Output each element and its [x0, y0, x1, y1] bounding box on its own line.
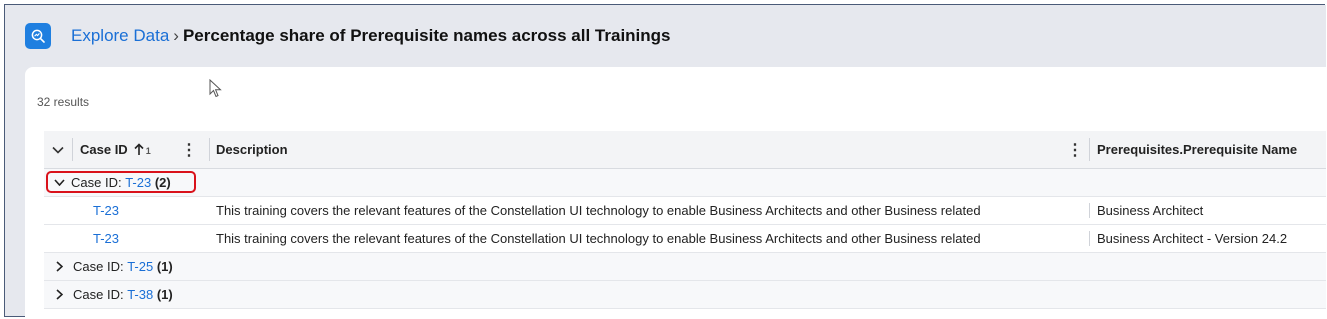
breadcrumb-explore-data-link[interactable]: Explore Data	[71, 26, 169, 45]
group-case-link[interactable]: T-23	[125, 175, 151, 190]
kebab-menu-icon: ⋮	[182, 141, 196, 159]
case-id-link[interactable]: T-23	[93, 225, 119, 252]
page-title: Percentage share of Prerequisite names a…	[182, 26, 671, 45]
prerequisite-name-cell: Business Architect	[1097, 203, 1204, 218]
group-count: (2)	[154, 175, 171, 190]
column-header-description[interactable]: Description	[216, 131, 616, 168]
results-table: Case ID 1 ⋮ Description ⋮ Prerequisites.…	[44, 131, 1326, 309]
table-header-row: Case ID 1 ⋮ Description ⋮ Prerequisites.…	[44, 131, 1326, 169]
column-header-prerequisite-name[interactable]: Prerequisites.Prerequisite Name	[1097, 131, 1326, 168]
group-key-label: Case ID:	[73, 259, 124, 274]
kebab-menu-icon: ⋮	[1068, 141, 1082, 159]
chevron-down-icon	[52, 146, 64, 154]
search-chart-icon	[31, 29, 45, 43]
chevron-right-icon	[56, 261, 63, 272]
sort-order-badge: 1	[145, 145, 151, 156]
column-label-description: Description	[216, 142, 288, 157]
group-key-label: Case ID:	[73, 287, 124, 302]
results-count: 32 results	[37, 95, 90, 109]
column-divider	[72, 138, 73, 161]
page-header: Explore Data › Percentage share of Prerequ…	[5, 5, 1326, 67]
group-row-t-25[interactable]: Case ID: T-25 (1)	[44, 253, 1326, 281]
case-id-column-menu-button[interactable]: ⋮	[182, 131, 196, 168]
group-key-label: Case ID:	[71, 175, 122, 190]
group-label: Case ID: T-23 (2)	[54, 169, 171, 196]
table-row: T-23 This training covers the relevant f…	[44, 225, 1326, 253]
description-cell: This training covers the relevant featur…	[216, 231, 981, 246]
results-panel: 32 results Case ID 1 ⋮ Description ⋮ Pre…	[25, 67, 1326, 318]
group-row-t-38[interactable]: Case ID: T-38 (1)	[44, 281, 1326, 309]
chevron-down-icon	[54, 179, 65, 186]
app-frame: Explore Data › Percentage share of Prerequ…	[4, 4, 1326, 318]
mouse-pointer-icon	[209, 79, 222, 98]
group-row-t-23[interactable]: Case ID: T-23 (2)	[44, 169, 1326, 197]
description-cell: This training covers the relevant featur…	[216, 203, 981, 218]
prerequisite-name-cell: Business Architect - Version 24.2	[1097, 231, 1288, 246]
group-count: (1)	[156, 259, 173, 274]
column-divider	[1089, 231, 1090, 246]
breadcrumb-separator: ›	[173, 26, 179, 45]
column-label-prerequisite-name: Prerequisites.Prerequisite Name	[1097, 142, 1298, 157]
collapse-all-button[interactable]	[44, 131, 72, 168]
column-divider	[209, 138, 210, 161]
column-label-case-id: Case ID	[80, 142, 128, 157]
group-count: (1)	[156, 287, 173, 302]
table-row: T-23 This training covers the relevant f…	[44, 197, 1326, 225]
description-column-menu-button[interactable]: ⋮	[1068, 131, 1082, 168]
group-label: Case ID: T-25 (1)	[56, 253, 173, 280]
explore-data-app-icon[interactable]	[25, 23, 51, 49]
group-case-link[interactable]: T-38	[127, 287, 153, 302]
breadcrumb: Explore Data › Percentage share of Prerequ…	[71, 25, 671, 47]
column-header-case-id[interactable]: Case ID 1	[80, 131, 166, 168]
group-case-link[interactable]: T-25	[127, 259, 153, 274]
chevron-right-icon	[56, 289, 63, 300]
group-label: Case ID: T-38 (1)	[56, 281, 173, 308]
column-divider	[1089, 203, 1090, 218]
case-id-link[interactable]: T-23	[93, 197, 119, 224]
column-divider	[1089, 138, 1090, 161]
sort-ascending-icon	[134, 143, 144, 155]
